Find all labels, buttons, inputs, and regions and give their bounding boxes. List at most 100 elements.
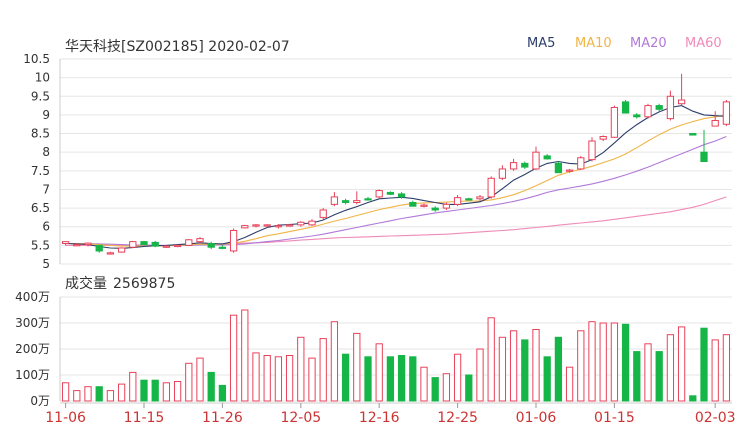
volume-bar	[252, 352, 260, 402]
volume-bar	[487, 317, 495, 402]
candle-body	[218, 246, 227, 249]
candle	[689, 133, 697, 136]
date-tick-label: 12-05	[280, 410, 321, 426]
candle-body	[140, 241, 148, 246]
volume-bar	[453, 353, 462, 402]
volume-bar	[722, 334, 731, 402]
volume-bar	[353, 332, 361, 402]
candle-body	[543, 155, 551, 160]
candle	[554, 161, 563, 174]
candle-body	[129, 241, 137, 248]
volume-bar	[151, 379, 159, 402]
volume-bar	[644, 343, 652, 402]
volume-bar	[285, 355, 294, 402]
candle	[453, 195, 462, 207]
chart-title: 华天科技[SZ002185] 2020-02-07	[65, 39, 290, 55]
price-candles	[61, 73, 731, 255]
price-tick-label: 10	[35, 71, 50, 85]
candle-body	[61, 241, 70, 245]
candle-body	[621, 101, 630, 114]
volume-bar	[117, 383, 126, 402]
candle-body	[162, 245, 171, 248]
candle-body	[711, 120, 719, 127]
candle	[241, 224, 249, 229]
candle-body	[487, 177, 495, 198]
candle-body	[207, 243, 215, 248]
date-tick-label: 12-25	[437, 410, 478, 426]
volume-bar	[409, 356, 417, 402]
candle-body	[509, 162, 518, 170]
candle	[117, 247, 126, 253]
volume-bar	[386, 356, 395, 402]
candle-body	[521, 162, 529, 168]
date-tick-label: 01-06	[516, 410, 557, 426]
volume-bar	[509, 330, 518, 402]
candle	[129, 240, 137, 248]
candle	[185, 239, 193, 247]
candle	[599, 135, 607, 141]
candle-body	[577, 157, 585, 170]
candle-body	[476, 196, 484, 200]
volume-bar	[106, 390, 115, 402]
date-tick-label: 12-16	[359, 410, 400, 426]
volume-bar	[297, 336, 305, 402]
candle-body	[565, 169, 574, 172]
legend-ma60: MA60	[685, 36, 722, 51]
volume-bar	[173, 381, 182, 402]
volume-bar	[185, 362, 193, 402]
volume-bar	[498, 336, 507, 402]
candle-body	[677, 99, 686, 105]
candle-body	[241, 225, 249, 229]
candle-body	[95, 244, 103, 252]
volume-bar	[565, 366, 574, 402]
volume-bar	[700, 327, 708, 402]
volume-bar	[140, 379, 148, 402]
candle-body	[297, 221, 305, 226]
candle-body	[722, 101, 731, 125]
volume-bar	[431, 377, 439, 402]
price-tick-label: 6	[42, 220, 50, 234]
candle-body	[655, 105, 663, 110]
candle-body	[229, 229, 238, 252]
price-tick-label: 9	[42, 108, 50, 122]
ma60-line	[65, 196, 727, 246]
volume-tick-label: 0万	[30, 394, 50, 408]
candle	[577, 155, 585, 171]
candle	[61, 241, 70, 246]
volume-value: 2569875	[113, 276, 176, 292]
candle-body	[453, 197, 462, 205]
candle	[431, 206, 439, 212]
price-tick-label: 7.5	[31, 164, 50, 178]
candle-body	[666, 95, 675, 120]
volume-bar	[218, 384, 227, 402]
candle-body	[252, 224, 260, 227]
candle-body	[364, 198, 372, 201]
legend-ma20: MA20	[630, 36, 667, 51]
volume-bars	[61, 309, 731, 402]
candle	[487, 176, 495, 199]
stock-chart: 10.5 10 9.5 9 8.5 8 7.5 7 6.5 6 5.5 5 400万 300万 200万 1…	[15, 52, 735, 426]
candle	[666, 90, 675, 121]
candle-body	[498, 168, 507, 179]
candle	[509, 158, 518, 171]
candle-body	[375, 190, 383, 198]
volume-bar	[677, 326, 686, 402]
volume-bar	[319, 338, 327, 402]
candle	[521, 161, 529, 169]
candle-body	[442, 203, 451, 209]
candle	[420, 203, 428, 208]
candle-body	[644, 105, 652, 118]
volume-bar	[95, 386, 103, 402]
price-grid	[59, 58, 732, 265]
volume-bar	[129, 371, 137, 402]
volume-bar	[229, 314, 238, 402]
volume-tick-label: 200万	[15, 342, 50, 356]
candle	[341, 198, 350, 205]
candle-body	[274, 225, 283, 228]
volume-bar	[633, 351, 641, 402]
candle-body	[263, 224, 271, 227]
volume-grid	[59, 296, 732, 402]
volume-bar	[543, 356, 551, 402]
candle	[677, 73, 686, 106]
candle	[588, 137, 596, 162]
